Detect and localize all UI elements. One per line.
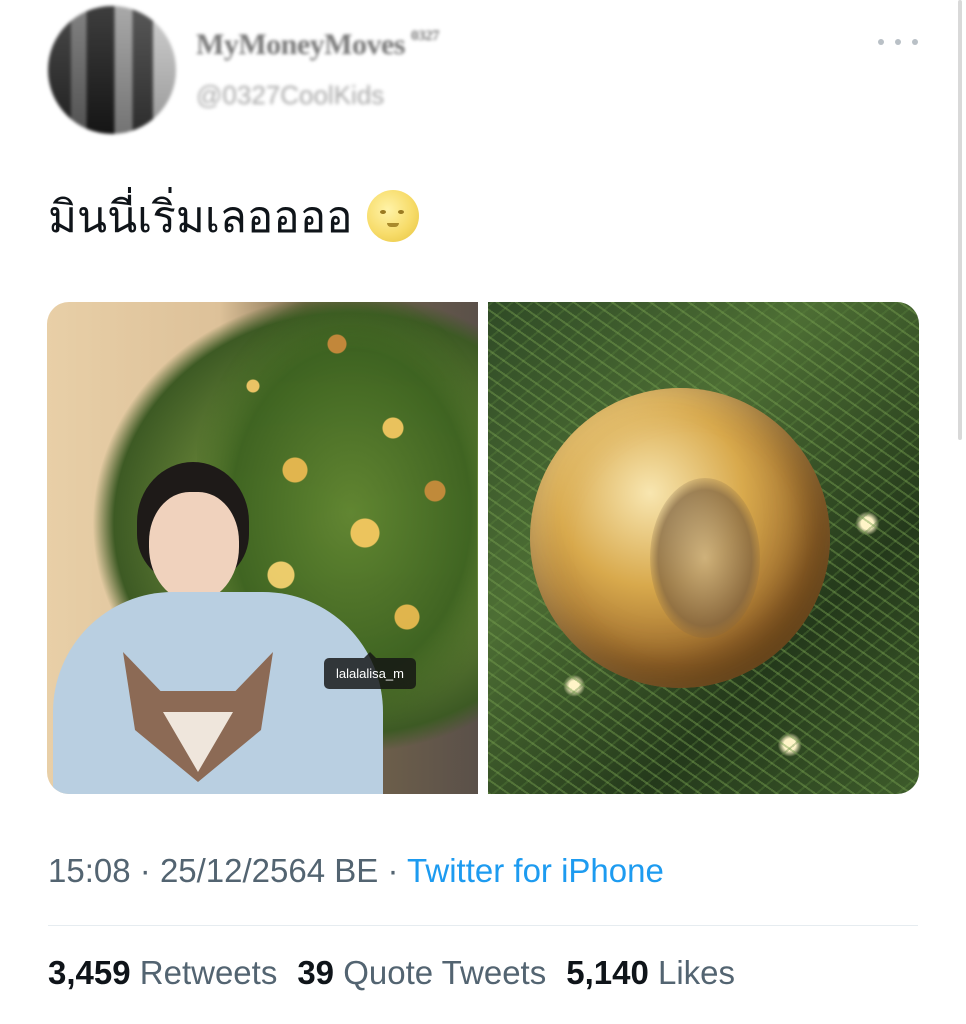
meta-separator: · [139,852,151,889]
retweets-label: Retweets [139,954,278,991]
display-name[interactable]: MyMoneyMoves 0327 [196,28,439,62]
likes-stat[interactable]: 5,140 Likes [566,954,735,992]
retweets-stat[interactable]: 3,459 Retweets [48,954,277,992]
tweet-text: มินนี่เริ่มเลออออ [48,186,419,250]
scrollbar[interactable] [958,0,962,440]
divider [48,925,918,926]
retweets-count: 3,459 [48,954,131,991]
media-photo-1[interactable]: lalalalisa_m [47,302,478,794]
tweet-text-body: มินนี่เริ่มเลออออ [48,193,353,242]
display-name-badge: 0327 [410,28,440,44]
quote-tweets-label: Quote Tweets [343,954,547,991]
gold-ornament-image [530,388,830,688]
avatar[interactable] [48,6,176,134]
media-grid: lalalalisa_m [47,302,919,794]
quote-tweets-count: 39 [297,954,335,991]
likes-count: 5,140 [566,954,649,991]
ornament-reflection [650,478,760,638]
more-horizontal-icon[interactable] [878,30,918,54]
quote-tweets-stat[interactable]: 39 Quote Tweets [297,954,546,992]
tweet-source-link[interactable]: Twitter for iPhone [407,852,664,889]
tweet-meta: 15:08 · 25/12/2564 BE · Twitter for iPho… [48,852,664,890]
media-photo-2[interactable] [488,302,919,794]
tweet-time[interactable]: 15:08 [48,852,131,889]
display-name-text: MyMoneyMoves [196,28,405,61]
tweet-detail: MyMoneyMoves 0327 @0327CoolKids มินนี่เริ… [0,0,966,1024]
person-image [53,462,383,794]
meta-separator: · [387,852,399,889]
tweet-stats: 3,459 Retweets 39 Quote Tweets 5,140 Lik… [48,954,735,992]
full-moon-face-emoji-icon [366,190,419,243]
handle[interactable]: @0327CoolKids [196,80,384,111]
photo-tag[interactable]: lalalalisa_m [324,652,416,689]
tweet-date[interactable]: 25/12/2564 BE [160,852,378,889]
likes-label: Likes [658,954,736,991]
